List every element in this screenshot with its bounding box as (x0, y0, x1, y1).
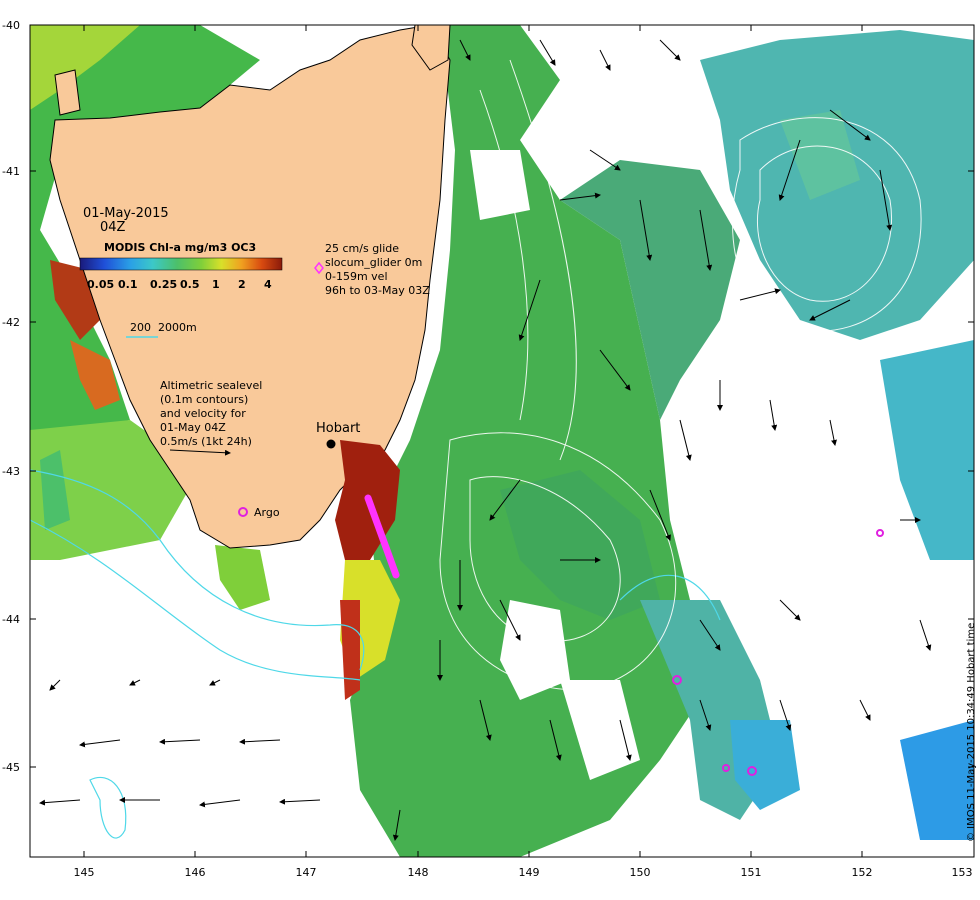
depth-legend-label: 200 (130, 321, 151, 334)
x-tick-label: 148 (408, 866, 429, 879)
map-time: 04Z (100, 220, 126, 235)
map-date: 01-May-2015 (83, 206, 169, 221)
king-island (54, 69, 81, 116)
depth-legend-label: 2000m (158, 321, 197, 334)
colorbar (79, 257, 283, 271)
colorbar-tick-label: 1 (212, 278, 220, 291)
y-tick-label: -45 (2, 761, 20, 774)
y-tick-label: -42 (2, 316, 20, 329)
altimetry-legend-line: (0.1m contours) (160, 393, 248, 406)
colorbar-tick-label: 4 (264, 278, 272, 291)
hobart-marker (326, 439, 336, 449)
altimetry-legend-line: 01-May 04Z (160, 421, 226, 434)
credit-text: © IMOS 11-May-2015 10:34:49 Hobart time (966, 623, 977, 842)
glider-legend-line: 0-159m vel (325, 270, 388, 283)
colorbar-tick-label: 0.25 (150, 278, 177, 291)
x-tick-label: 152 (852, 866, 873, 879)
argo-label: Argo (254, 506, 280, 519)
x-tick-label: 151 (741, 866, 762, 879)
altimetry-legend-line: 0.5m/s (1kt 24h) (160, 435, 252, 448)
x-tick-label: 147 (296, 866, 317, 879)
y-tick-label: -40 (2, 19, 20, 32)
glider-legend-line: 25 cm/s glide (325, 242, 399, 255)
x-tick-label: 150 (630, 866, 651, 879)
colorbar-tick-label: 0.5 (180, 278, 200, 291)
colorbar-tick-label: 0.05 (87, 278, 114, 291)
x-tick-label: 146 (185, 866, 206, 879)
y-tick-label: -44 (2, 613, 20, 626)
x-tick-label: 149 (519, 866, 540, 879)
altimetry-legend-line: and velocity for (160, 407, 246, 420)
x-tick-label: 153 (952, 866, 973, 879)
x-tick-label: 145 (74, 866, 95, 879)
hobart-label: Hobart (316, 421, 360, 436)
y-tick-label: -43 (2, 465, 20, 478)
ocean-colour-map: 145 146 147 148 149 150 151 152 153 -40 … (2, 19, 977, 879)
y-tick-label: -41 (2, 165, 20, 178)
glider-legend-line: slocum_glider 0m (325, 256, 422, 269)
colorbar-tick-label: 0.1 (118, 278, 138, 291)
altimetry-legend-line: Altimetric sealevel (160, 379, 262, 392)
colorbar-title: MODIS Chl-a mg/m3 OC3 (104, 241, 256, 254)
colorbar-tick-label: 2 (238, 278, 246, 291)
glider-legend-line: 96h to 03-May 03Z (325, 284, 430, 297)
